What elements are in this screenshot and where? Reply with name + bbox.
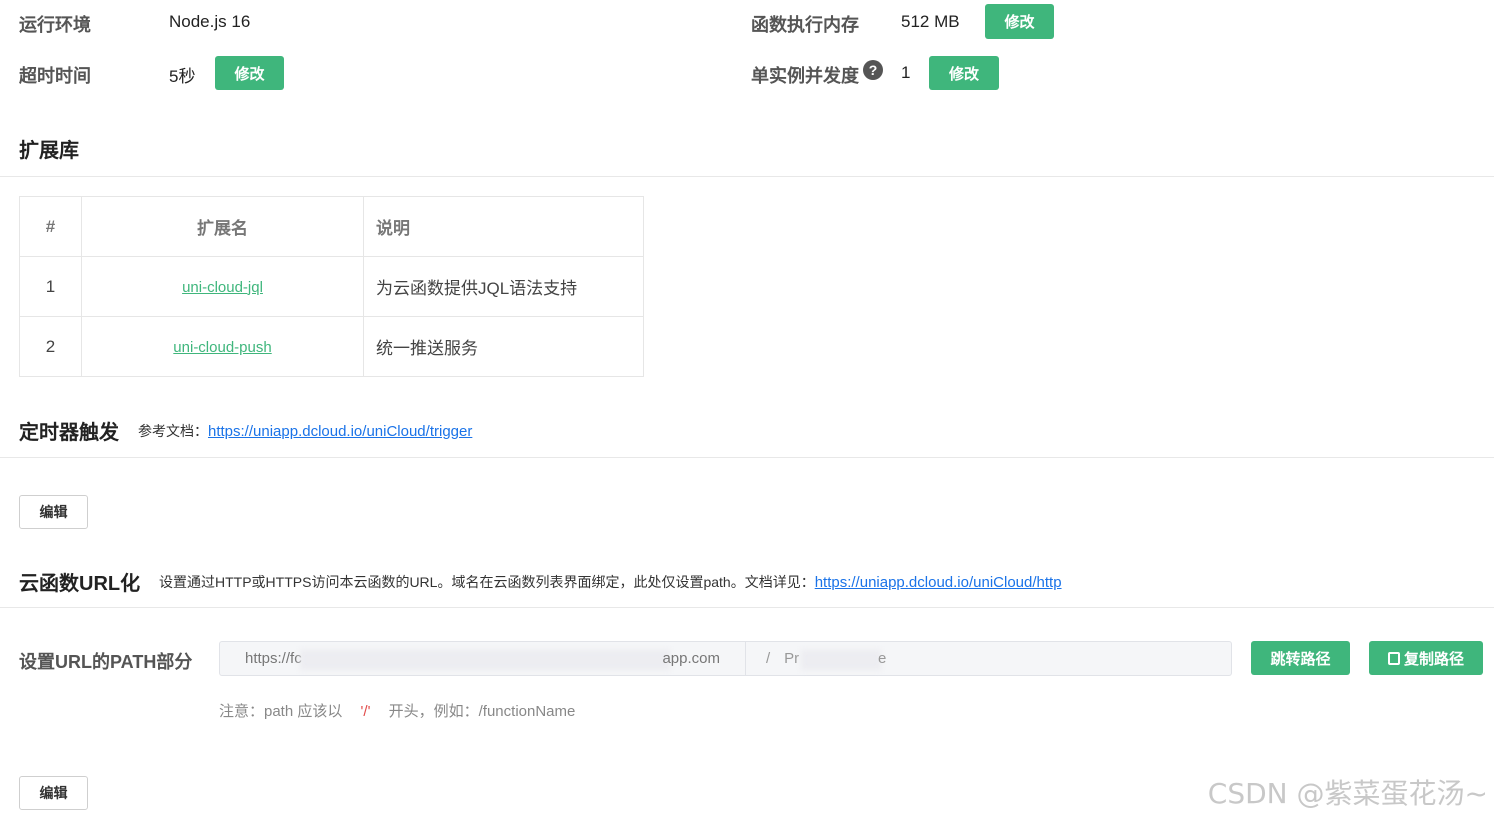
help-icon[interactable]: ? bbox=[863, 60, 883, 80]
memory-label: 函数执行内存 bbox=[751, 15, 859, 35]
copy-path-label: 复制路径 bbox=[1403, 650, 1464, 668]
url-prefix-end: app.com bbox=[662, 650, 720, 667]
timer-doc-link[interactable]: https://uniapp.dcloud.io/uniCloud/trigge… bbox=[208, 423, 472, 440]
extensions-divider bbox=[0, 176, 1494, 177]
table-header-row: # 扩展名 说明 bbox=[19, 196, 644, 257]
table-row: 1 uni-cloud-jql 为云函数提供JQL语法支持 bbox=[19, 256, 644, 317]
url-prefix-display: https://fc app.com bbox=[220, 642, 746, 675]
url-divider bbox=[0, 607, 1494, 608]
url-path-slash: / bbox=[766, 650, 771, 667]
timer-doc-prefix: 参考文档： bbox=[138, 423, 208, 439]
extensions-title: 扩展库 bbox=[19, 140, 79, 162]
row-desc: 为云函数提供JQL语法支持 bbox=[363, 256, 644, 317]
concurrency-value: 1 bbox=[901, 63, 911, 82]
runtime-value: Node.js 16 bbox=[169, 12, 251, 31]
timer-title: 定时器触发 bbox=[19, 422, 119, 444]
url-edit-button[interactable]: 编辑 bbox=[19, 776, 88, 810]
row-desc: 统一推送服务 bbox=[363, 316, 644, 377]
column-header-desc: 说明 bbox=[363, 196, 644, 257]
timer-doc: 参考文档：https://uniapp.dcloud.io/uniCloud/t… bbox=[138, 421, 472, 441]
url-input-group: https://fc app.com / Pr e bbox=[219, 641, 1232, 676]
row-num: 2 bbox=[19, 316, 82, 377]
url-path-label: 设置URL的PATH部分 bbox=[19, 652, 193, 672]
watermark-text: CSDN @紫菜蛋花汤~ bbox=[1207, 777, 1488, 810]
copy-icon bbox=[1387, 651, 1400, 665]
url-desc-text: 设置通过HTTP或HTTPS访问本云函数的URL。域名在云函数列表界面绑定，此处… bbox=[159, 574, 815, 590]
extension-link[interactable]: uni-cloud-push bbox=[173, 339, 271, 356]
column-header-name: 扩展名 bbox=[81, 196, 364, 257]
url-path-end: e bbox=[878, 650, 887, 667]
note-prefix: 注意：path 应该以 bbox=[219, 703, 343, 720]
timer-edit-button[interactable]: 编辑 bbox=[19, 495, 88, 529]
memory-value: 512 MB bbox=[901, 12, 960, 31]
url-path-note: 注意：path 应该以 '/' 开头，例如：/functionName bbox=[219, 700, 575, 721]
modify-timeout-button[interactable]: 修改 bbox=[215, 56, 284, 90]
row-num: 1 bbox=[19, 256, 82, 317]
runtime-label: 运行环境 bbox=[19, 15, 91, 35]
copy-path-button[interactable]: 复制路径 bbox=[1369, 641, 1483, 675]
concurrency-label: 单实例并发度 bbox=[751, 66, 859, 86]
note-suffix: 开头，例如：/functionName bbox=[388, 703, 576, 720]
extension-link[interactable]: uni-cloud-jql bbox=[182, 279, 263, 296]
url-title: 云函数URL化 bbox=[19, 573, 141, 595]
modify-concurrency-button[interactable]: 修改 bbox=[929, 56, 999, 90]
url-prefix-start: https://fc bbox=[245, 650, 302, 667]
redaction-mask bbox=[300, 650, 670, 670]
url-doc-link[interactable]: https://uniapp.dcloud.io/uniCloud/http bbox=[815, 574, 1062, 591]
url-path-input[interactable]: / Pr e bbox=[746, 642, 1231, 675]
extensions-table: # 扩展名 说明 1 uni-cloud-jql 为云函数提供JQL语法支持 2… bbox=[19, 196, 644, 377]
jump-path-button[interactable]: 跳转路径 bbox=[1251, 641, 1350, 675]
column-header-num: # bbox=[19, 196, 82, 257]
url-path-start: Pr bbox=[784, 650, 800, 667]
table-row: 2 uni-cloud-push 统一推送服务 bbox=[19, 316, 644, 377]
timeout-value: 5秒 bbox=[169, 67, 196, 86]
timeout-label: 超时时间 bbox=[19, 66, 91, 86]
modify-memory-button[interactable]: 修改 bbox=[985, 4, 1054, 39]
url-desc: 设置通过HTTP或HTTPS访问本云函数的URL。域名在云函数列表界面绑定，此处… bbox=[159, 572, 1062, 592]
note-slash: '/' bbox=[360, 703, 371, 720]
timer-divider bbox=[0, 457, 1494, 458]
redaction-mask bbox=[801, 650, 881, 670]
